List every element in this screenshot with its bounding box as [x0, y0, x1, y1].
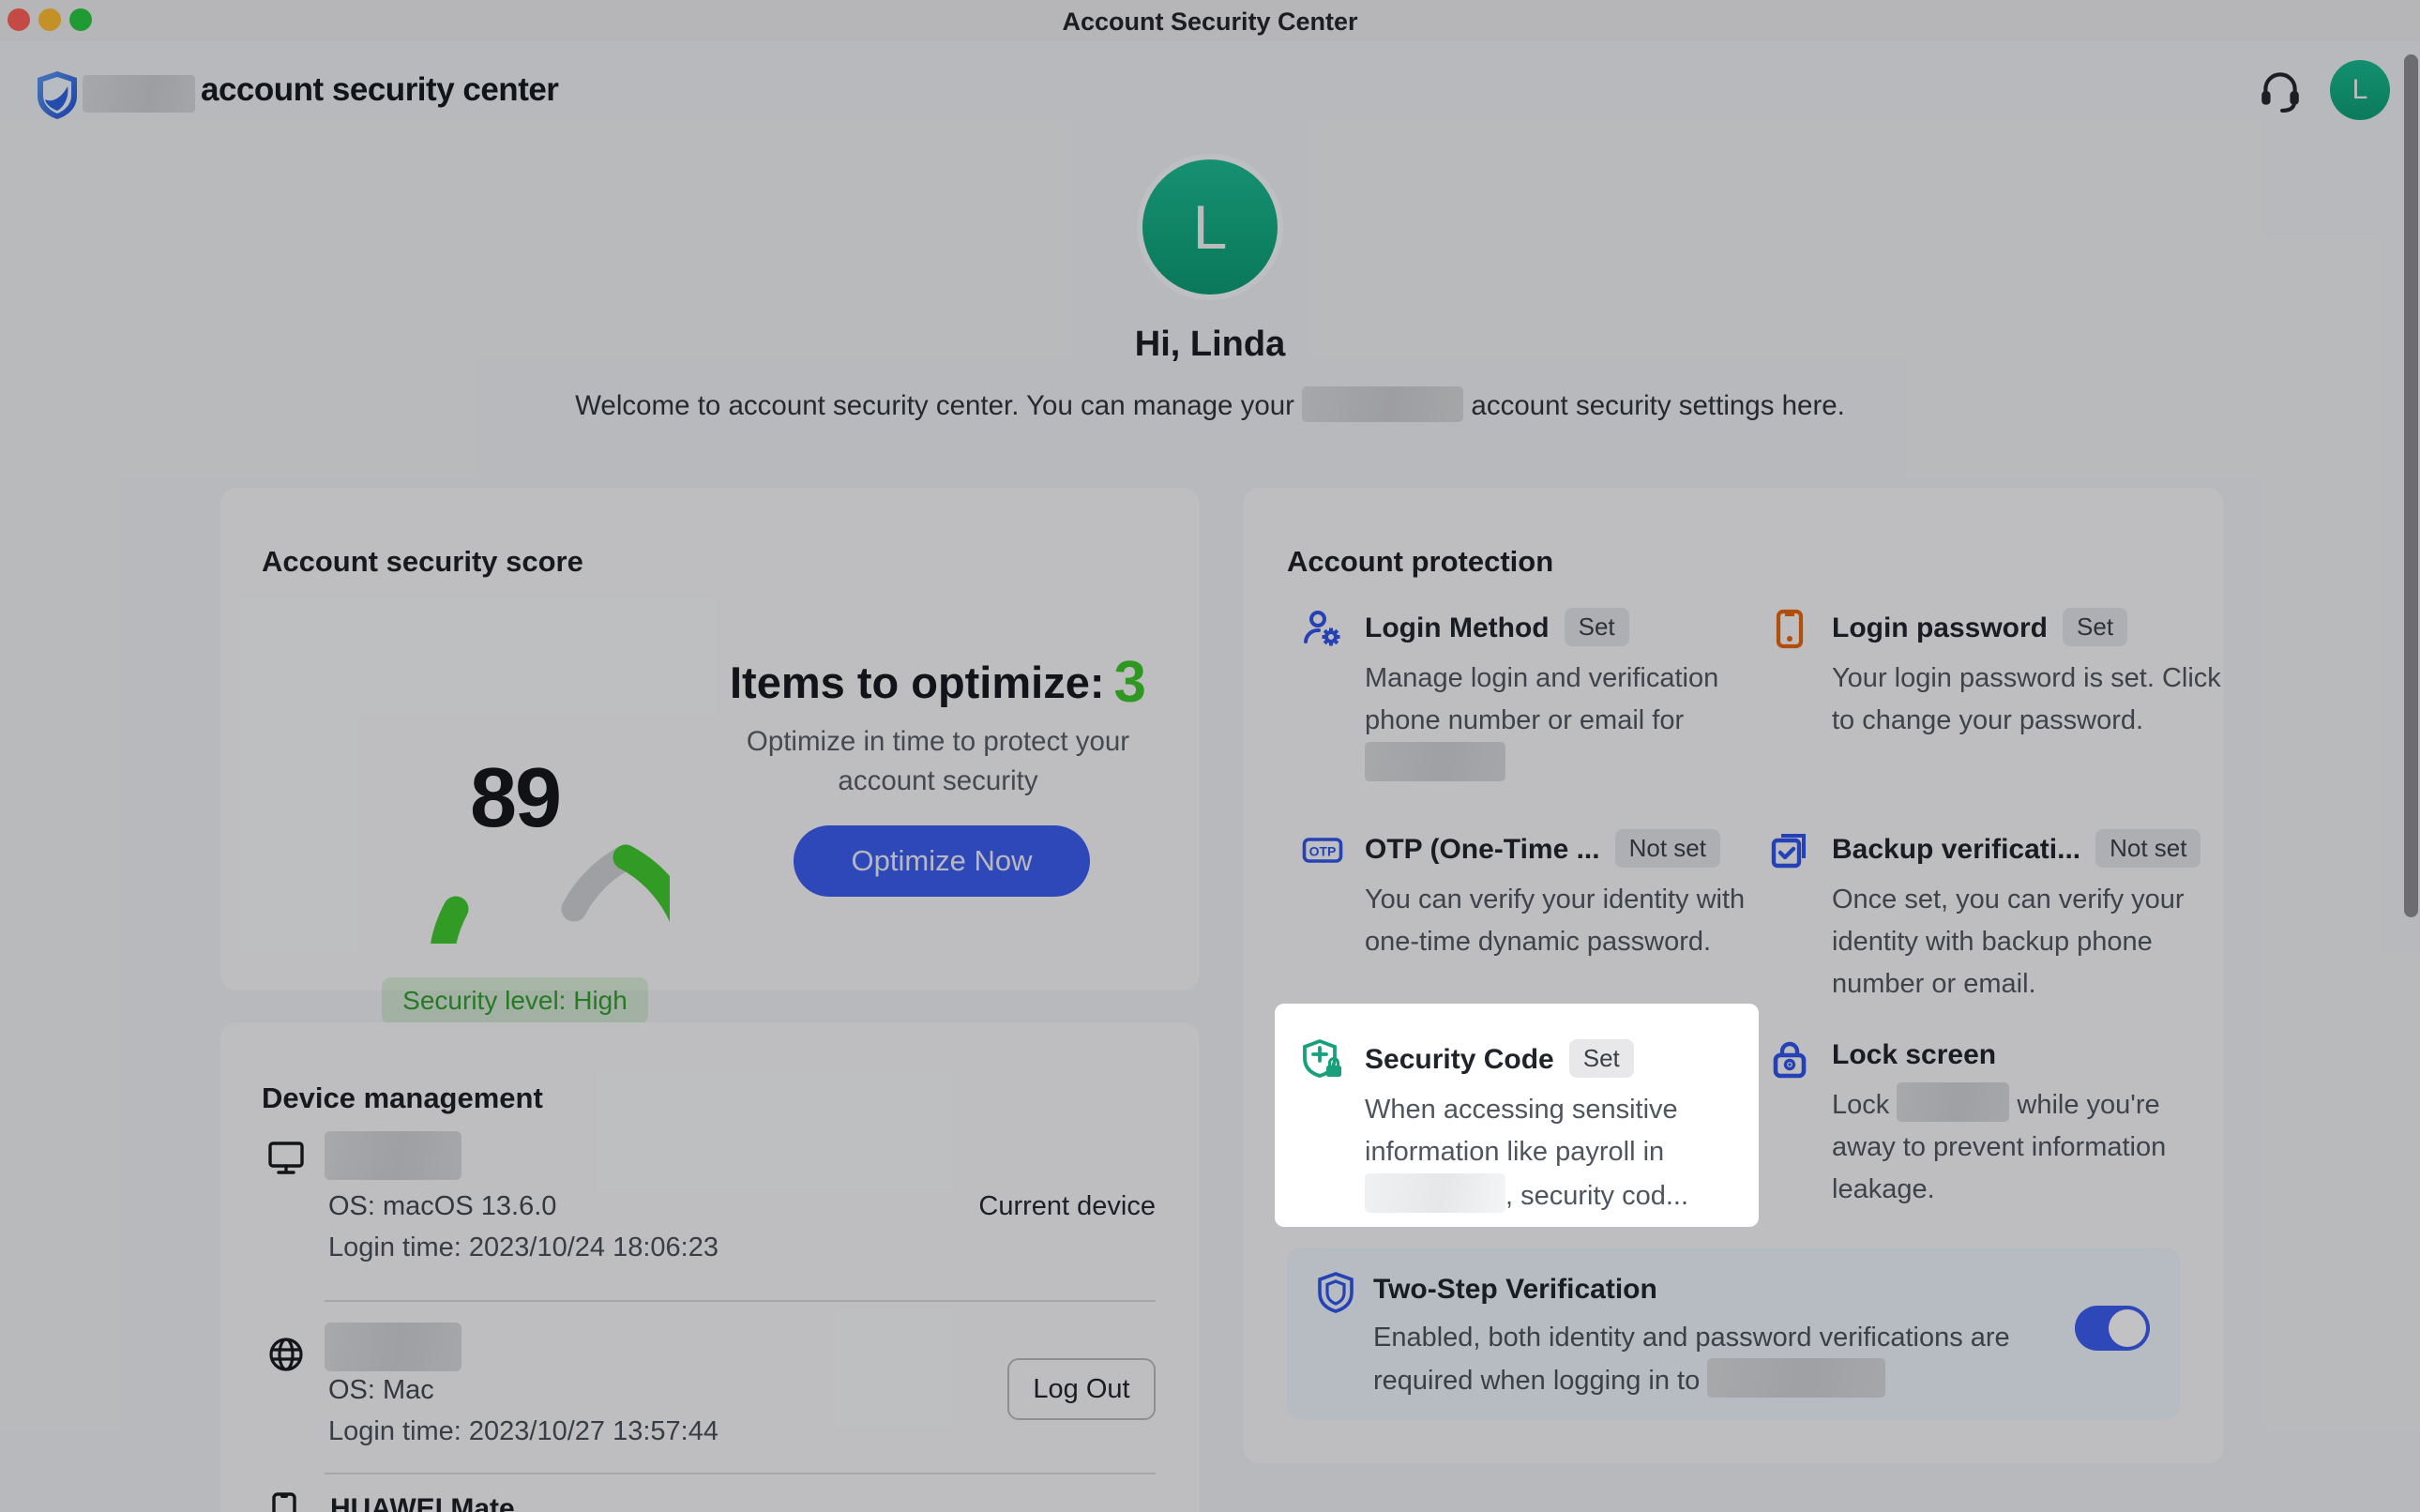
optimize-description-line1: Optimize in time to protect your	[657, 722, 1219, 762]
status-badge: Set	[1569, 1039, 1634, 1078]
redacted-text	[1365, 742, 1505, 781]
window-title: Account Security Center	[0, 0, 2420, 41]
optimize-now-button[interactable]: Optimize Now	[794, 825, 1090, 897]
avatar-initial: L	[2352, 74, 2368, 106]
otp-icon: OTP	[1302, 829, 1343, 870]
two-step-description: Enabled, both identity and password veri…	[1373, 1317, 2067, 1401]
status-badge: Not set	[2095, 829, 2201, 868]
redacted-device-name	[325, 1323, 461, 1371]
device-name: HUAWEI Mate	[330, 1493, 515, 1512]
avatar-initial: L	[1193, 191, 1228, 263]
app-header: account security center L	[0, 41, 2420, 126]
account-protection-card: Account protection Login Method Set	[1243, 488, 2224, 1463]
user-gear-icon	[1302, 608, 1343, 649]
item-title: Security Code Set	[1365, 1039, 1740, 1078]
security-level-badge: Security level: High	[382, 977, 648, 1024]
svg-text:OTP: OTP	[1309, 844, 1337, 859]
item-title-text: OTP (One-Time ...	[1365, 834, 1600, 865]
items-to-optimize-count: 3	[1114, 650, 1146, 715]
redacted-text	[1365, 1173, 1505, 1213]
phone-password-icon	[1769, 608, 1810, 649]
globe-browser-icon	[265, 1334, 307, 1375]
redacted-text	[1707, 1358, 1885, 1398]
item-description-text: Manage login and verification phone numb…	[1365, 663, 1718, 735]
item-description-prefix: Lock	[1832, 1090, 1889, 1120]
vertical-scrollbar[interactable]	[2404, 54, 2418, 917]
item-description: Once set, you can verify your identity w…	[1832, 879, 2226, 1005]
item-description: Your login password is set. Click to cha…	[1832, 658, 2226, 742]
item-title-text: Login Method	[1365, 612, 1550, 643]
two-step-verification-section: Two-Step Verification Enabled, both iden…	[1287, 1247, 2180, 1420]
security-score-gauge: 89 Security level: High	[360, 634, 670, 944]
item-description-suffix: , security cod...	[1505, 1181, 1688, 1211]
redacted-company-name	[83, 75, 195, 113]
item-title-text: Backup verificati...	[1832, 834, 2080, 865]
redacted-company-name	[1302, 386, 1463, 422]
shield-logo-icon	[34, 69, 81, 120]
support-headset-icon[interactable]	[2257, 66, 2304, 113]
titlebar: Account Security Center	[0, 0, 2420, 41]
optimize-description: Optimize in time to protect your account…	[657, 722, 1219, 801]
padlock-icon	[1769, 1039, 1810, 1081]
user-avatar[interactable]: L	[2330, 60, 2390, 120]
backup-check-icon	[1769, 829, 1810, 870]
card-title: Device management	[262, 1081, 543, 1115]
item-title: Lock screen	[1832, 1039, 2226, 1071]
item-description: You can verify your identity with one-ti…	[1365, 879, 1759, 963]
status-badge: Set	[2063, 608, 2127, 646]
profile-avatar: L	[1142, 159, 1278, 295]
device-management-card: Device management OS: macOS 13.6.0 Curre…	[220, 1022, 1200, 1512]
item-title: Backup verificati... Not set	[1832, 829, 2226, 868]
two-step-title: Two-Step Verification	[1373, 1274, 1657, 1306]
device-login-time: Login time: 2023/10/24 18:06:23	[328, 1232, 718, 1263]
device-os: OS: macOS 13.6.0	[328, 1191, 556, 1222]
app-title: account security center	[201, 71, 558, 109]
mobile-phone-icon	[265, 1491, 307, 1512]
welcome-text: Welcome to account security center. You …	[0, 386, 2420, 422]
double-shield-icon	[1315, 1272, 1356, 1313]
item-description: Lock while you're away to prevent inform…	[1832, 1082, 2226, 1211]
device-os: OS: Mac	[328, 1375, 434, 1406]
shield-plus-lock-icon	[1302, 1039, 1343, 1081]
welcome-suffix: account security settings here.	[1471, 390, 1844, 421]
card-title: Account security score	[262, 545, 583, 579]
redacted-text	[1897, 1082, 2009, 1122]
divider	[325, 1473, 1156, 1474]
two-step-toggle[interactable]	[2075, 1306, 2150, 1351]
item-description: Manage login and verification phone numb…	[1365, 658, 1759, 786]
protection-item-security-code[interactable]: Security Code Set When accessing sensitiv…	[1275, 1004, 1759, 1227]
item-title: Login password Set	[1832, 608, 2226, 646]
account-security-score-card: Account security score 89 Security level…	[220, 488, 1200, 990]
item-description-prefix: When accessing sensitive information lik…	[1365, 1095, 1678, 1167]
two-step-description-text: Enabled, both identity and password veri…	[1373, 1323, 2010, 1396]
current-device-label: Current device	[978, 1191, 1156, 1222]
security-score-value: 89	[360, 750, 670, 847]
status-badge: Not set	[1615, 829, 1720, 868]
divider	[325, 1300, 1156, 1302]
status-badge: Set	[1565, 608, 1629, 646]
item-title-text: Security Code	[1365, 1044, 1554, 1075]
welcome-prefix: Welcome to account security center. You …	[575, 390, 1294, 421]
toggle-knob	[2109, 1309, 2146, 1347]
item-title: OTP (One-Time ... Not set	[1365, 829, 1759, 868]
log-out-button[interactable]: Log Out	[1007, 1358, 1156, 1420]
items-to-optimize-label: Items to optimize:	[730, 658, 1105, 707]
desktop-computer-icon	[265, 1137, 307, 1178]
device-login-time: Login time: 2023/10/27 13:57:44	[328, 1416, 718, 1447]
item-title: Login Method Set	[1365, 608, 1759, 646]
item-description: When accessing sensitive information lik…	[1365, 1089, 1740, 1217]
card-title: Account protection	[1287, 545, 1553, 579]
item-title-text: Login password	[1832, 612, 2048, 643]
greeting-text: Hi, Linda	[0, 325, 2420, 365]
items-to-optimize-heading: Items to optimize:3	[657, 649, 1219, 716]
optimize-description-line2: account security	[657, 762, 1219, 801]
redacted-device-name	[325, 1131, 461, 1180]
